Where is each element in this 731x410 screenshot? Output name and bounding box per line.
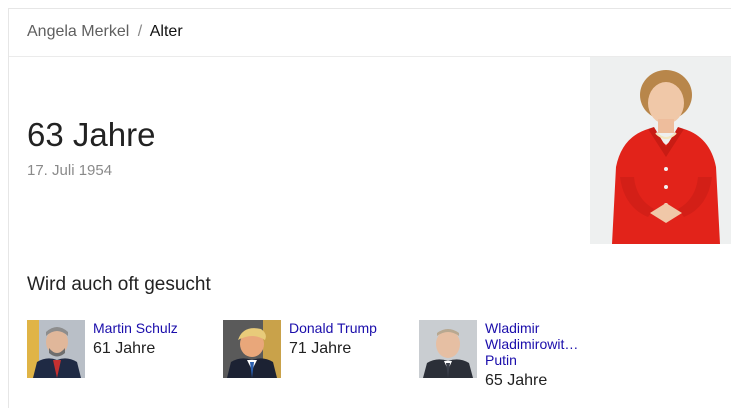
related-person-trump[interactable]: Donald Trump 71 Jahre: [223, 320, 377, 378]
merkel-portrait[interactable]: [590, 57, 731, 244]
putin-photo: [419, 320, 477, 378]
putin-thumbnail[interactable]: [419, 320, 477, 378]
trump-info: Donald Trump 71 Jahre: [289, 320, 377, 359]
breadcrumb: Angela Merkel / Alter: [9, 9, 731, 57]
schulz-name-link[interactable]: Martin Schulz: [93, 320, 178, 336]
putin-age: 65 Jahre: [485, 372, 548, 389]
knowledge-card: Angela Merkel / Alter 63 Jahre 17. Juli …: [8, 8, 731, 408]
schulz-age: 61 Jahre: [93, 340, 156, 357]
trump-photo: [223, 320, 281, 378]
related-section-title: Wird auch oft gesucht: [27, 274, 211, 295]
trump-name-link[interactable]: Donald Trump: [289, 320, 377, 336]
related-person-schulz[interactable]: Martin Schulz 61 Jahre: [27, 320, 178, 378]
age-answer: 63 Jahre 17. Juli 1954: [27, 116, 155, 179]
age-value: 63 Jahre: [27, 116, 156, 153]
trump-thumbnail[interactable]: [223, 320, 281, 378]
schulz-photo: [27, 320, 85, 378]
putin-name-line-3[interactable]: Putin: [485, 352, 578, 368]
breadcrumb-separator: /: [137, 23, 143, 40]
schulz-thumbnail[interactable]: [27, 320, 85, 378]
breadcrumb-current: Alter: [149, 23, 183, 40]
breadcrumb-parent[interactable]: Angela Merkel: [27, 23, 129, 40]
related-person-putin[interactable]: Wladimir Wladimirowit… Putin 65 Jahre: [419, 320, 578, 391]
related-people: Martin Schulz 61 Jahre Donald Trump 71 J…: [9, 320, 731, 410]
merkel-portrait-image: [590, 57, 731, 244]
putin-name-line-2[interactable]: Wladimirowit…: [485, 336, 578, 352]
trump-age: 71 Jahre: [289, 340, 352, 357]
schulz-info: Martin Schulz 61 Jahre: [93, 320, 178, 359]
birthdate: 17. Juli 1954: [27, 162, 113, 179]
putin-info: Wladimir Wladimirowit… Putin 65 Jahre: [485, 320, 578, 391]
putin-name-line-1[interactable]: Wladimir: [485, 320, 578, 336]
